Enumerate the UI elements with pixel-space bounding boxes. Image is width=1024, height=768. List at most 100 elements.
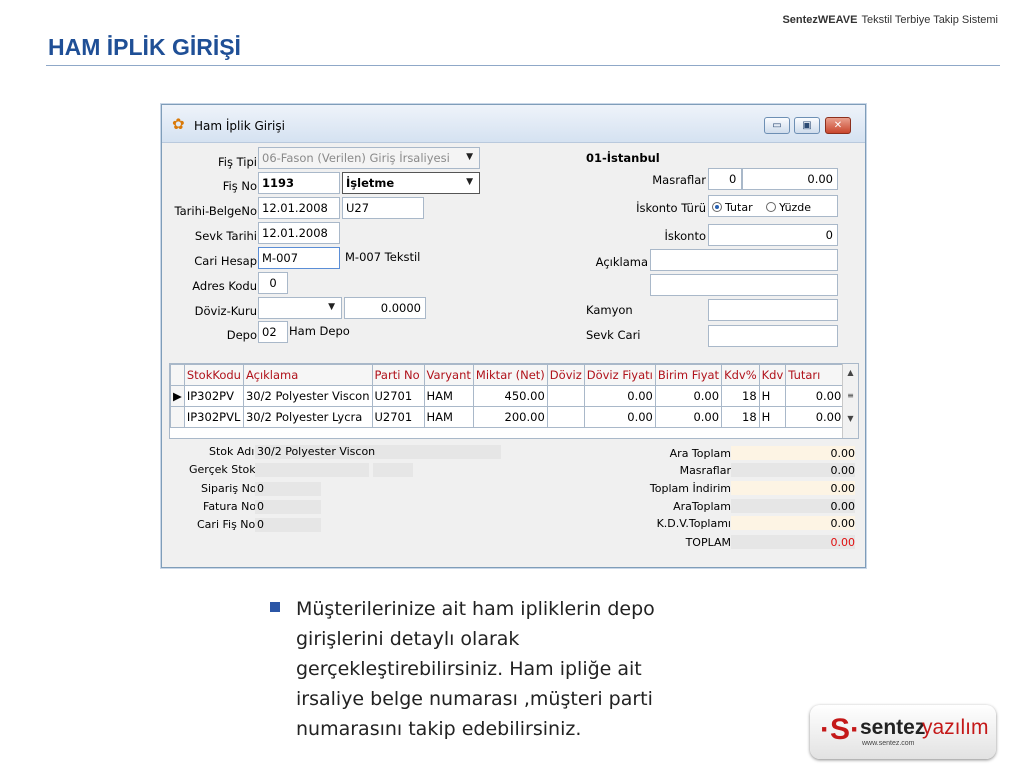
total-value: 0.00 [830, 500, 856, 513]
title-divider [46, 65, 1000, 66]
window-titlebar[interactable]: ✿ Ham İplik Girişi ▭ ▣ ✕ [162, 105, 865, 143]
sevk-cari-label: Sevk Cari [586, 328, 641, 342]
scroll-down-icon[interactable]: ▼ [843, 414, 858, 423]
ham-iplik-girisi-window: ✿ Ham İplik Girişi ▭ ▣ ✕ Fiş Tipi 06-Fas… [161, 104, 866, 568]
chevron-down-icon: ▼ [466, 152, 473, 162]
column-header[interactable]: Döviz [546, 364, 585, 386]
row-indicator [170, 406, 185, 428]
table-cell[interactable]: H [758, 406, 787, 428]
aciklama-input-1[interactable] [650, 249, 838, 271]
belge-no-input[interactable]: U27 [342, 197, 424, 219]
table-cell[interactable]: 18 [721, 385, 760, 407]
column-header[interactable]: Miktar (Net) [472, 364, 548, 386]
column-header[interactable]: StokKodu [183, 364, 244, 386]
square-bullet-icon [270, 602, 280, 612]
minimize-button[interactable]: ▭ [764, 117, 790, 134]
scroll-thumb-icon[interactable]: ≡ [843, 391, 858, 400]
table-cell[interactable]: 30/2 Polyester Lycra [242, 406, 373, 428]
aciklama-input-2[interactable] [650, 274, 838, 296]
kamyon-input[interactable] [708, 299, 838, 321]
sevk-cari-input[interactable] [708, 325, 838, 347]
table-cell[interactable]: 0.00 [785, 406, 845, 428]
table-cell[interactable]: IP302PVL [183, 406, 244, 428]
column-header[interactable]: Birim Fiyat [654, 364, 723, 386]
table-cell[interactable]: U2701 [371, 406, 425, 428]
total-value: 0.00 [830, 447, 856, 460]
column-header[interactable]: Tutarı [785, 364, 845, 386]
total-value: 0.00 [830, 464, 856, 477]
aciklama-label: Açıklama [595, 255, 648, 269]
total-label: AraToplam [673, 500, 731, 513]
column-header[interactable]: Varyant [423, 364, 474, 386]
info-panel: Stok Adı 30/2 Polyester Viscon Gerçek St… [169, 441, 859, 559]
total-label: Toplam İndirim [649, 482, 731, 495]
sevk-tarihi-label: Sevk Tarihi [194, 229, 257, 243]
slide: SentezWEAVE Tekstil Terbiye Takip Sistemi… [0, 0, 1024, 768]
yuzde-label: Yüzde [779, 201, 812, 214]
adres-kodu-label: Adres Kodu [192, 279, 257, 293]
fis-tipi-select[interactable]: 06-Fason (Verilen) Giriş İrsaliyesi ▼ [258, 147, 480, 169]
masraflar-amount[interactable]: 0.00 [742, 168, 838, 190]
grid-vertical-scrollbar[interactable]: ▲ ≡ ▼ [842, 364, 858, 438]
table-cell[interactable]: HAM [423, 406, 474, 428]
column-header[interactable]: Açıklama [242, 364, 373, 386]
table-cell[interactable]: 30/2 Polyester Viscon [242, 385, 373, 407]
cari-fis-no-label: Cari Fiş No [197, 518, 256, 531]
table-cell[interactable]: 0.00 [654, 385, 723, 407]
scroll-up-icon[interactable]: ▲ [843, 368, 858, 377]
table-row[interactable]: ▶ IP302PV 30/2 Polyester Viscon U2701 HA… [170, 385, 845, 407]
total-value: 0.00 [830, 482, 856, 495]
table-cell[interactable] [546, 385, 585, 407]
logo-url: www.sentez.com [862, 740, 915, 747]
column-header[interactable]: Kdv% [721, 364, 760, 386]
total-label: Masraflar [679, 464, 731, 477]
grand-total-value: 0.00 [830, 536, 856, 549]
fatura-no-label: Fatura No [203, 500, 257, 513]
masraflar-count[interactable]: 0 [708, 168, 742, 190]
current-row-indicator-icon: ▶ [170, 385, 185, 407]
cari-hesap-input[interactable]: M-007 [258, 247, 340, 269]
kur-input[interactable]: 0.0000 [344, 297, 426, 319]
sevk-tarihi-input[interactable]: 12.01.2008 [258, 222, 340, 244]
brand-header: SentezWEAVE Tekstil Terbiye Takip Sistemi [782, 14, 998, 26]
table-cell[interactable] [546, 406, 585, 428]
iskonto-input[interactable]: 0 [708, 224, 838, 246]
doviz-select[interactable]: ▼ [258, 297, 342, 319]
cari-hesap-name: M-007 Tekstil [345, 250, 421, 264]
fis-tipi-value: 06-Fason (Verilen) Giriş İrsaliyesi [262, 151, 450, 165]
fis-no-input[interactable]: 1193 [258, 172, 340, 194]
table-row[interactable]: IP302PVL 30/2 Polyester Lycra U2701 HAM … [170, 406, 845, 428]
stok-adi-label: Stok Adı [209, 445, 255, 458]
tarih-input[interactable]: 12.01.2008 [258, 197, 340, 219]
table-cell[interactable]: 18 [721, 406, 760, 428]
table-cell[interactable]: 450.00 [472, 385, 548, 407]
close-button[interactable]: ✕ [825, 117, 851, 134]
table-cell[interactable]: 0.00 [654, 406, 723, 428]
table-cell[interactable]: 200.00 [472, 406, 548, 428]
yuzde-radio[interactable] [766, 202, 777, 212]
table-cell[interactable]: 0.00 [583, 406, 656, 428]
isletme-value: İşletme [346, 176, 395, 190]
table-cell[interactable]: 0.00 [583, 385, 656, 407]
sentez-yazilim-logo: ·S· sentez yazılım www.sentez.com [810, 705, 996, 759]
column-header[interactable]: Kdv [758, 364, 787, 386]
tutar-radio[interactable] [712, 202, 722, 212]
cari-fis-no-value: 0 [257, 518, 264, 531]
butterfly-app-icon: ✿ [172, 115, 185, 133]
logo-word-sentez: sentez [860, 716, 926, 739]
column-header[interactable]: Döviz Fiyatı [583, 364, 656, 386]
table-cell[interactable]: 0.00 [785, 385, 845, 407]
isletme-select[interactable]: İşletme ▼ [342, 172, 480, 194]
table-cell[interactable]: IP302PV [183, 385, 244, 407]
iskonto-turu-label: İskonto Türü [636, 201, 706, 215]
doviz-kuru-label: Döviz-Kuru [194, 304, 257, 318]
maximize-button[interactable]: ▣ [794, 117, 820, 134]
table-cell[interactable]: HAM [423, 385, 474, 407]
adres-kodu-input[interactable]: 0 [258, 272, 288, 294]
table-cell[interactable]: U2701 [371, 385, 425, 407]
table-cell[interactable]: H [758, 385, 787, 407]
column-header[interactable]: Parti No [371, 364, 425, 386]
table-header-row: StokKodu Açıklama Parti No Varyant Mikta… [170, 364, 845, 386]
gercek-stok-unit-field [373, 463, 413, 477]
depo-input[interactable]: 02 [258, 321, 288, 343]
